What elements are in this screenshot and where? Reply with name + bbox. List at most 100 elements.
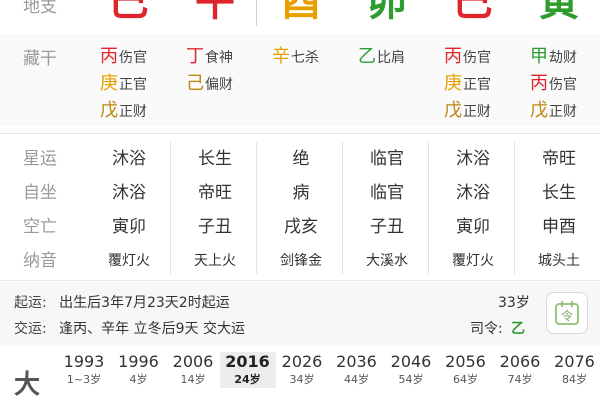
dayun-item[interactable]: 19931~3岁 — [56, 352, 112, 388]
grid-cell: 覆灯火 — [86, 250, 172, 270]
dayun-item[interactable]: 206674岁 — [492, 352, 548, 388]
dayun-age: 44岁 — [329, 372, 385, 388]
canggan-item: 丙伤官 — [100, 42, 147, 68]
grid-cell: 帝旺 — [172, 178, 258, 203]
canggan-section: 藏干 丙伤官庚正官戊正财丁食神己偏财辛七杀乙比肩丙伤官庚正官戊正财甲劫财丙伤官戊… — [0, 34, 600, 126]
canggan-stem: 己 — [186, 73, 204, 94]
grid-row: 空亡寅卯子丑戌亥子丑寅卯申酉 — [0, 208, 600, 242]
grid-cell: 沐浴 — [86, 144, 172, 169]
dayun-age: 4岁 — [111, 372, 167, 388]
grid-cell: 沐浴 — [430, 178, 516, 203]
canggan-stem: 戊 — [444, 100, 462, 121]
canggan-stem: 戊 — [100, 100, 118, 121]
grid-row: 星运沐浴长生绝临官沐浴帝旺 — [0, 140, 600, 174]
dayun-item[interactable]: 201624岁 — [220, 352, 276, 388]
grid-cell: 寅卯 — [430, 212, 516, 237]
qiyun-line: 起运: 出生后3年7月23天2时起运 — [14, 292, 230, 312]
canggan-god: 正官 — [119, 77, 147, 93]
calendar-icon: 令 — [552, 298, 582, 328]
current-age: 33岁 — [498, 292, 530, 312]
canggan-stem: 丙 — [530, 73, 548, 94]
dayun-section: 大 19931~3岁19964岁200614岁201624岁202634岁203… — [0, 346, 600, 400]
dayun-age: 84岁 — [547, 372, 600, 388]
grid-cell: 戌亥 — [258, 212, 344, 237]
branch-col6: 寅 — [516, 0, 600, 24]
grid-cell: 绝 — [258, 144, 344, 169]
grid-cell: 长生 — [172, 144, 258, 169]
dayun-label: 大 — [14, 364, 40, 401]
dayun-item[interactable]: 203644岁 — [329, 352, 385, 388]
canggan-stem: 丁 — [186, 46, 204, 67]
jiaoyun-label: 交运: — [14, 321, 47, 337]
dayun-age: 64岁 — [438, 372, 494, 388]
dayun-year: 2036 — [329, 352, 385, 372]
dayun-age: 74岁 — [492, 372, 548, 388]
dayun-item[interactable]: 200614岁 — [165, 352, 221, 388]
grid-cell: 长生 — [516, 178, 600, 203]
dayun-age: 1~3岁 — [56, 372, 112, 388]
grid-cell: 天上火 — [172, 250, 258, 270]
siling-label: 司令: — [470, 321, 503, 337]
canggan-god: 伤官 — [549, 77, 577, 93]
canggan-stem: 庚 — [100, 73, 118, 94]
dayun-age: 14岁 — [165, 372, 221, 388]
branch-hour: 卯 — [344, 0, 430, 24]
canggan-god: 伤官 — [119, 50, 147, 66]
dayun-year: 2046 — [383, 352, 439, 372]
canggan-item: 庚正官 — [100, 69, 147, 95]
grid-cell: 沐浴 — [430, 144, 516, 169]
canggan-god: 偏财 — [205, 77, 233, 93]
canggan-item: 庚正官 — [444, 69, 491, 95]
canggan-god: 伤官 — [463, 50, 491, 66]
canggan-item: 戊正财 — [444, 96, 491, 122]
grid-cell: 临官 — [344, 178, 430, 203]
grid-cell: 寅卯 — [86, 212, 172, 237]
dayun-item[interactable]: 19964岁 — [111, 352, 167, 388]
grid-row-label: 空亡 — [0, 212, 80, 237]
siling: 司令: 乙 — [470, 318, 525, 338]
dayun-age: 34岁 — [274, 372, 330, 388]
grid-cell: 帝旺 — [516, 144, 600, 169]
canggan-stem: 甲 — [530, 46, 548, 67]
dayun-item[interactable]: 202634岁 — [274, 352, 330, 388]
canggan-item: 丁食神 — [186, 42, 233, 68]
dayun-year: 2076 — [547, 352, 600, 372]
grid-row-label: 纳音 — [0, 246, 80, 271]
canggan-god: 正财 — [463, 104, 491, 120]
canggan-item: 丙伤官 — [530, 69, 577, 95]
grid-row: 自坐沐浴帝旺病临官沐浴长生 — [0, 174, 600, 208]
branch-row: 地支 巳 午 酉 卯 巳 寅 — [0, 0, 600, 30]
canggan-item: 甲劫财 — [530, 42, 577, 68]
canggan-item: 戊正财 — [100, 96, 147, 122]
canggan-item: 乙比肩 — [358, 42, 405, 68]
dayun-item[interactable]: 204654岁 — [383, 352, 439, 388]
dayun-year: 1993 — [56, 352, 112, 372]
dayun-year: 1996 — [111, 352, 167, 372]
dayun-year: 2006 — [165, 352, 221, 372]
dayun-item[interactable]: 207684岁 — [547, 352, 600, 388]
canggan-god: 七杀 — [291, 50, 319, 66]
canggan-stem: 庚 — [444, 73, 462, 94]
grid-row-label: 星运 — [0, 144, 80, 169]
canggan-stem: 丙 — [444, 46, 462, 67]
canggan-item: 戊正财 — [530, 96, 577, 122]
grid-cell: 子丑 — [172, 212, 258, 237]
grid-cell: 剑锋金 — [258, 250, 344, 270]
qiyun-text: 出生后3年7月23天2时起运 — [59, 295, 230, 311]
jiaoyun-line: 交运: 逢丙、辛年 立冬后9天 交大运 — [14, 318, 245, 338]
canggan-stem: 戊 — [530, 100, 548, 121]
grid-cell: 覆灯火 — [430, 250, 516, 270]
grid-cell: 申酉 — [516, 212, 600, 237]
grid-cell: 大溪水 — [344, 250, 430, 270]
canggan-god: 劫财 — [549, 50, 577, 66]
canggan-god: 食神 — [205, 50, 233, 66]
canggan-stem: 辛 — [272, 46, 290, 67]
dayun-item[interactable]: 205664岁 — [438, 352, 494, 388]
ling-calendar-button[interactable]: 令 — [546, 292, 588, 334]
dayun-year: 2026 — [274, 352, 330, 372]
jiaoyun-text: 逢丙、辛年 立冬后9天 交大运 — [59, 321, 245, 337]
dayun-age: 54岁 — [383, 372, 439, 388]
branch-day: 酉 — [258, 0, 344, 24]
dayun-age: 24岁 — [220, 372, 276, 388]
canggan-god: 比肩 — [377, 50, 405, 66]
